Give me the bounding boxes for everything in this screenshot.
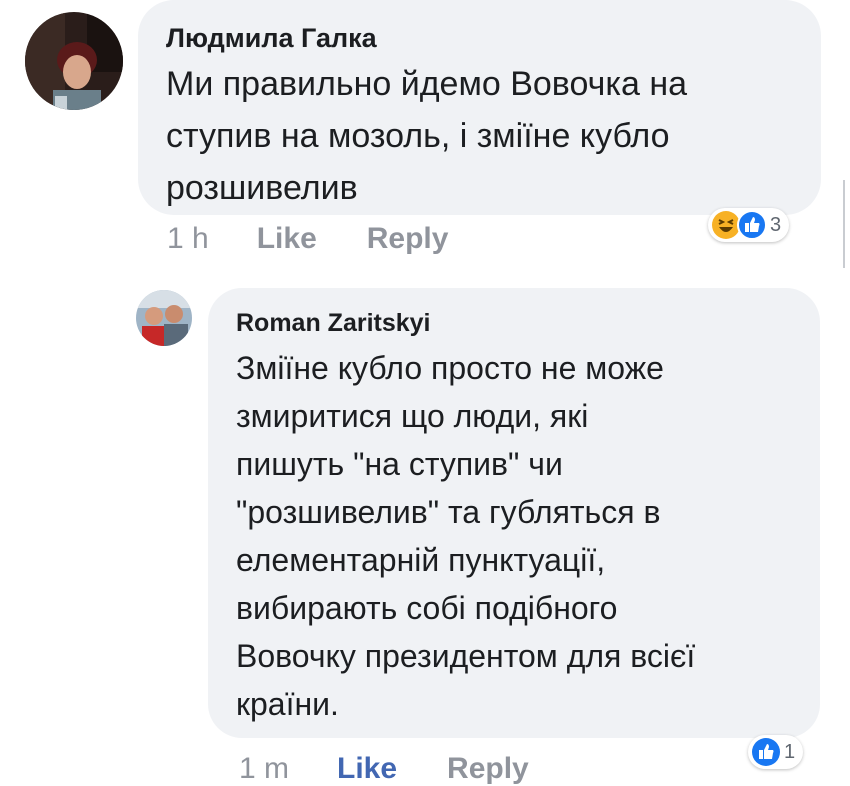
like-button[interactable]: Like — [337, 752, 397, 786]
comment-author[interactable]: Roman Zaritskyi — [236, 302, 792, 344]
comment-timestamp[interactable]: 1 h — [167, 222, 209, 256]
profile-photo — [25, 12, 123, 110]
comment-text: Зміїне кубло просто не може змиритися що… — [236, 350, 696, 722]
reaction-summary[interactable]: 3 — [708, 208, 790, 242]
reaction-summary[interactable]: 1 — [748, 735, 804, 769]
comment-bubble: Людмила Галка Ми правильно йдемо Вовочка… — [138, 0, 821, 215]
like-button[interactable]: Like — [257, 222, 317, 256]
like-icon — [752, 738, 780, 766]
divider — [843, 180, 845, 268]
comment-actions: 1 m Like Reply — [239, 752, 529, 786]
reply-button[interactable]: Reply — [367, 222, 449, 256]
profile-photo — [136, 290, 192, 346]
comment-timestamp[interactable]: 1 m — [239, 752, 289, 786]
comment-text: Ми правильно йдемо Вовочка на ступив на … — [166, 65, 688, 207]
avatar[interactable] — [136, 290, 192, 346]
like-icon — [737, 210, 767, 240]
reaction-count: 3 — [770, 213, 782, 236]
avatar[interactable] — [25, 12, 123, 110]
comment-bubble: Roman Zaritskyi Зміїне кубло просто не м… — [208, 288, 820, 738]
comment-author[interactable]: Людмила Галка — [166, 18, 793, 58]
comment-actions: 1 h Like Reply — [167, 222, 448, 256]
reaction-count: 1 — [784, 740, 796, 763]
reply-button[interactable]: Reply — [447, 752, 529, 786]
